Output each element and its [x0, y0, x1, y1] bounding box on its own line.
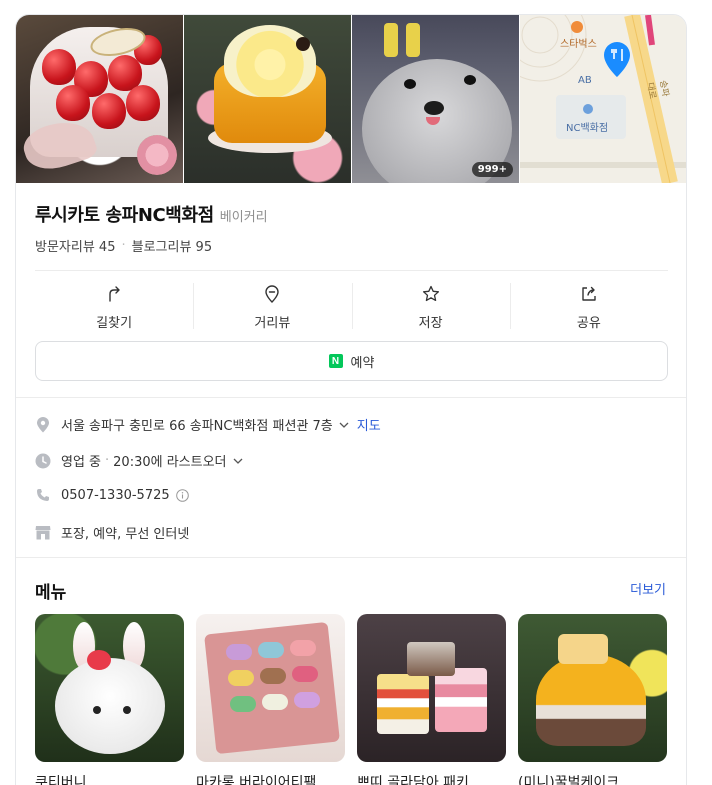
- menu-item[interactable]: (미니)꿀벌케이크: [518, 614, 667, 785]
- map-label-starbucks: 스타벅스: [560, 39, 597, 50]
- location-pin-icon: [35, 416, 51, 433]
- photo-count-badge[interactable]: 999+: [471, 162, 513, 177]
- last-order-text[interactable]: 20:30에 라스트오더: [113, 451, 226, 470]
- place-title-row: 루시카토 송파NC백화점 베이커리: [35, 201, 268, 227]
- directions-icon: [109, 285, 120, 302]
- store-icon: [35, 525, 51, 541]
- phone-icon: [35, 487, 51, 503]
- place-category: 베이커리: [219, 210, 268, 225]
- menu-item-name: 쁘띠 골라담아 패키: [357, 775, 469, 785]
- info-icon[interactable]: [175, 488, 189, 502]
- map-label-store: NC백화점: [566, 123, 609, 134]
- menu-item-name: (미니)꿀벌케이크: [518, 775, 620, 785]
- separator-dot: ·: [121, 238, 126, 253]
- menu-list: 쿠티버니 마카롱 버라이어티팩 쁘띠 골라담아 패키 (미니)꿀벌케이크: [35, 614, 667, 785]
- streetview-button[interactable]: 거리뷰: [193, 279, 351, 335]
- reserve-label: 예약: [350, 355, 375, 371]
- menu-item-name: 쿠티버니: [35, 775, 87, 785]
- menu-item[interactable]: 쿠티버니: [35, 614, 184, 785]
- chevron-down-icon[interactable]: [233, 456, 243, 466]
- save-label: 저장: [418, 315, 443, 331]
- phone-number[interactable]: 0507-1330-5725: [61, 488, 170, 503]
- share-button[interactable]: 공유: [509, 279, 668, 335]
- reserve-button[interactable]: N 예약: [35, 341, 668, 381]
- chevron-down-icon[interactable]: [339, 420, 349, 430]
- photo-strip: 999+ 스타벅스 AB NC백화점 송파대로: [16, 15, 686, 183]
- menu-section-title: 메뉴: [35, 583, 67, 603]
- menu-item-name: 마카롱 버라이어티팩: [196, 775, 317, 785]
- divider: [35, 270, 668, 271]
- address-text[interactable]: 서울 송파구 충민로 66 송파NC백화점 패션관 7층: [61, 415, 333, 434]
- clock-icon: [35, 453, 51, 469]
- review-summary: 방문자리뷰 45 · 블로그리뷰 95: [35, 236, 212, 255]
- place-card: 999+ 스타벅스 AB NC백화점 송파대로 루시카토 송파NC백화점 베이커…: [15, 14, 687, 785]
- directions-button[interactable]: 길찾기: [35, 279, 193, 335]
- address-row: 서울 송파구 충민로 66 송파NC백화점 패션관 7층 지도: [35, 415, 381, 434]
- save-button[interactable]: 저장: [351, 279, 510, 335]
- menu-item-image[interactable]: [357, 614, 506, 762]
- menu-item[interactable]: 쁘띠 골라담아 패키: [357, 614, 506, 785]
- menu-item-image[interactable]: [518, 614, 667, 762]
- phone-row: 0507-1330-5725: [35, 487, 189, 503]
- photo-strawberry-cake[interactable]: [16, 15, 183, 183]
- mini-map[interactable]: 스타벅스 AB NC백화점 송파대로: [520, 15, 686, 183]
- action-bar: 길찾기 거리뷰 저장 공유: [35, 279, 668, 335]
- directions-label: 길찾기: [96, 315, 133, 331]
- open-status: 영업 중: [61, 455, 102, 470]
- section-divider: [16, 557, 686, 558]
- amenities-text: 포장, 예약, 무선 인터넷: [61, 527, 190, 542]
- photo-bear-cake[interactable]: 999+: [352, 15, 519, 183]
- section-divider: [16, 397, 686, 398]
- streetview-icon: [265, 284, 280, 303]
- menu-more-link[interactable]: 더보기: [630, 579, 666, 598]
- menu-item-image[interactable]: [35, 614, 184, 762]
- star-icon: [422, 285, 439, 301]
- menu-item-image[interactable]: [196, 614, 345, 762]
- streetview-label: 거리뷰: [254, 315, 291, 331]
- visitor-reviews-link[interactable]: 방문자리뷰 45: [35, 236, 115, 255]
- naver-reserve-icon: N: [328, 354, 343, 368]
- map-link[interactable]: 지도: [357, 415, 381, 434]
- share-icon: [582, 286, 596, 301]
- menu-item[interactable]: 마카롱 버라이어티팩: [196, 614, 345, 785]
- photo-flower-cake[interactable]: [184, 15, 351, 183]
- place-name: 루시카토 송파NC백화점: [35, 205, 214, 226]
- map-label-ab: AB: [578, 75, 592, 86]
- hours-row: 영업 중 · 20:30에 라스트오더: [35, 451, 243, 470]
- amenities-row: 포장, 예약, 무선 인터넷: [35, 523, 189, 542]
- share-label: 공유: [576, 315, 601, 331]
- separator-dot: ·: [105, 453, 110, 468]
- blog-reviews-link[interactable]: 블로그리뷰 95: [132, 236, 212, 255]
